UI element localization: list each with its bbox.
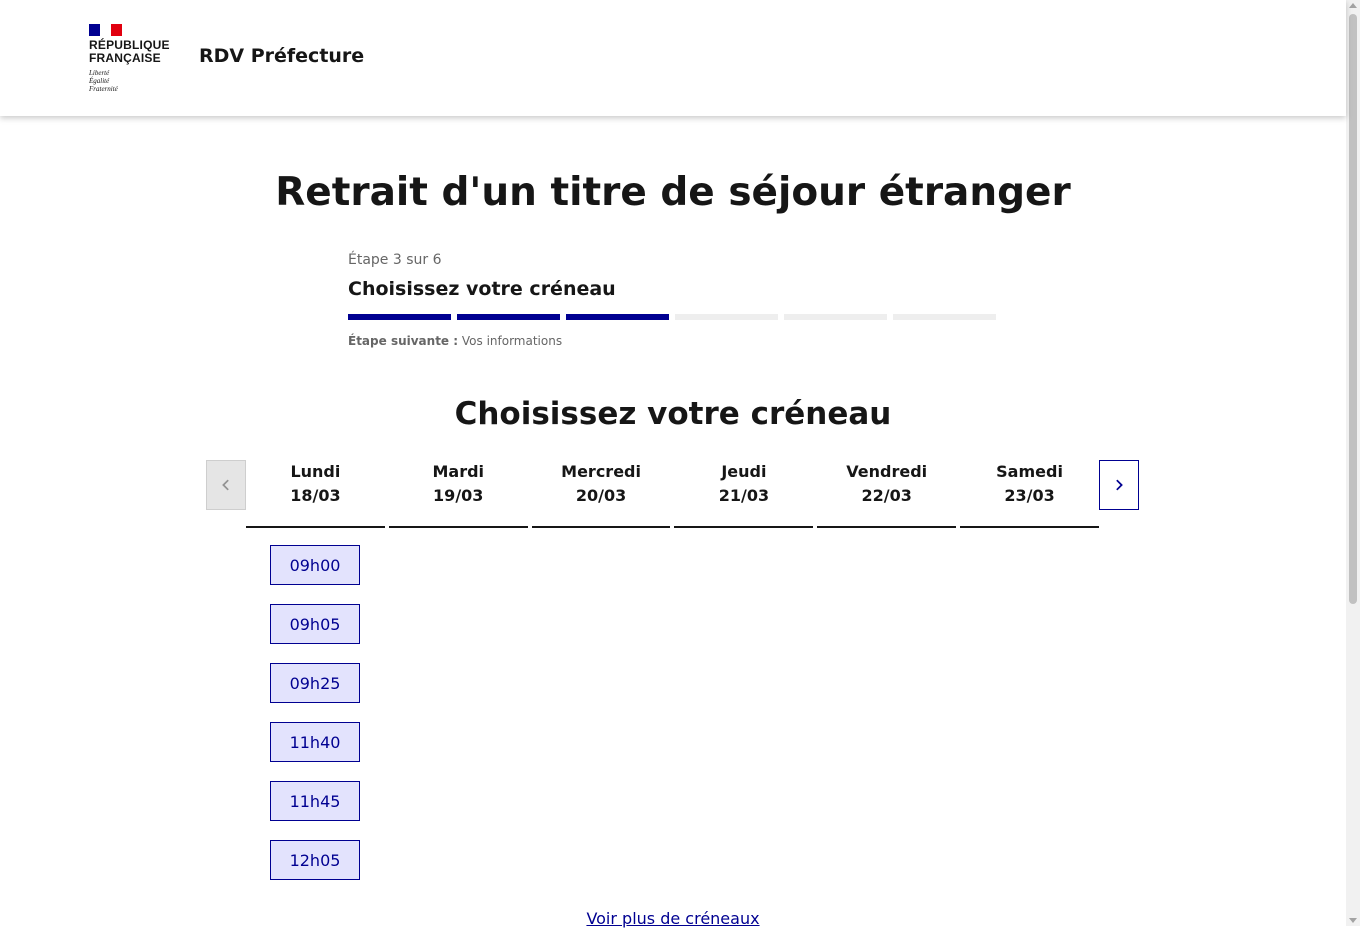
logo-motto: Liberté Égalité Fraternité — [89, 69, 118, 93]
day-header-jeudi: Jeudi 21/03 — [674, 460, 814, 528]
day-date: 21/03 — [718, 486, 770, 505]
step-state: Étape 3 sur 6 — [348, 252, 442, 268]
day-name: Jeudi — [721, 462, 767, 481]
step-next-value: Vos informations — [461, 334, 563, 348]
step-bar — [566, 314, 669, 320]
day-date: 22/03 — [861, 486, 912, 505]
step-bar — [784, 314, 887, 320]
day-name: Mardi — [432, 462, 485, 481]
step-bar — [457, 314, 560, 320]
day-name: Samedi — [996, 462, 1063, 481]
scrollbar[interactable] — [1346, 0, 1360, 926]
step-bar — [348, 314, 451, 320]
next-days-button[interactable] — [1099, 460, 1139, 510]
day-date: 23/03 — [1004, 486, 1055, 505]
day-name: Mercredi — [561, 462, 641, 481]
scroll-down-arrow-icon[interactable] — [1349, 918, 1357, 923]
step-bar — [893, 314, 996, 320]
page-title: Retrait d'un titre de séjour étranger — [275, 170, 1071, 215]
stepper: Étape 3 sur 6 Choisissez votre créneau É… — [348, 252, 998, 348]
time-slot-button[interactable]: 09h05 — [270, 604, 360, 644]
day-name: Lundi — [290, 462, 341, 481]
step-next: Étape suivante : Vos informations — [348, 334, 998, 348]
time-slot-button[interactable]: 12h05 — [270, 840, 360, 880]
step-title: Choisissez votre créneau — [348, 278, 616, 300]
republique-francaise-logo[interactable]: RÉPUBLIQUE FRANÇAISE Liberté Égalité Fra… — [89, 24, 179, 96]
day-header-samedi: Samedi 23/03 — [960, 460, 1099, 528]
scrollbar-thumb[interactable] — [1349, 14, 1357, 604]
logo-text: RÉPUBLIQUE FRANÇAISE — [89, 38, 170, 65]
step-next-label: Étape suivante : — [348, 334, 459, 348]
day-header-lundi: Lundi 18/03 — [246, 460, 385, 528]
service-name[interactable]: RDV Préfecture — [199, 45, 364, 67]
chevron-left-icon — [222, 479, 229, 491]
step-progress — [348, 314, 998, 320]
time-slot-button[interactable]: 11h45 — [270, 781, 360, 821]
day-header-mardi: Mardi 19/03 — [388, 460, 528, 528]
scroll-up-arrow-icon[interactable] — [1349, 3, 1357, 8]
day-date: 20/03 — [575, 486, 627, 505]
monday-slots: 09h00 09h05 09h25 11h40 11h45 12h05 — [270, 545, 360, 899]
more-slots-link[interactable]: Voir plus de créneaux — [0, 909, 1346, 928]
step-bar — [675, 314, 778, 320]
french-flag-icon — [89, 24, 122, 36]
day-header-mercredi: Mercredi 20/03 — [531, 460, 671, 528]
time-slot-button[interactable]: 11h40 — [270, 722, 360, 762]
day-date: 19/03 — [433, 486, 484, 505]
day-name: Vendredi — [846, 462, 928, 481]
time-slot-button[interactable]: 09h00 — [270, 545, 360, 585]
chevron-right-icon — [1116, 479, 1123, 491]
section-title: Choisissez votre créneau — [454, 396, 892, 432]
site-header: RÉPUBLIQUE FRANÇAISE Liberté Égalité Fra… — [0, 0, 1346, 116]
day-header-vendredi: Vendredi 22/03 — [817, 460, 957, 528]
days-header: Lundi 18/03 Mardi 19/03 Mercredi 20/03 Jeudi 21… — [246, 460, 1099, 528]
time-slot-button[interactable]: 09h25 — [270, 663, 360, 703]
previous-days-button[interactable] — [206, 460, 246, 510]
day-date: 18/03 — [290, 486, 341, 505]
